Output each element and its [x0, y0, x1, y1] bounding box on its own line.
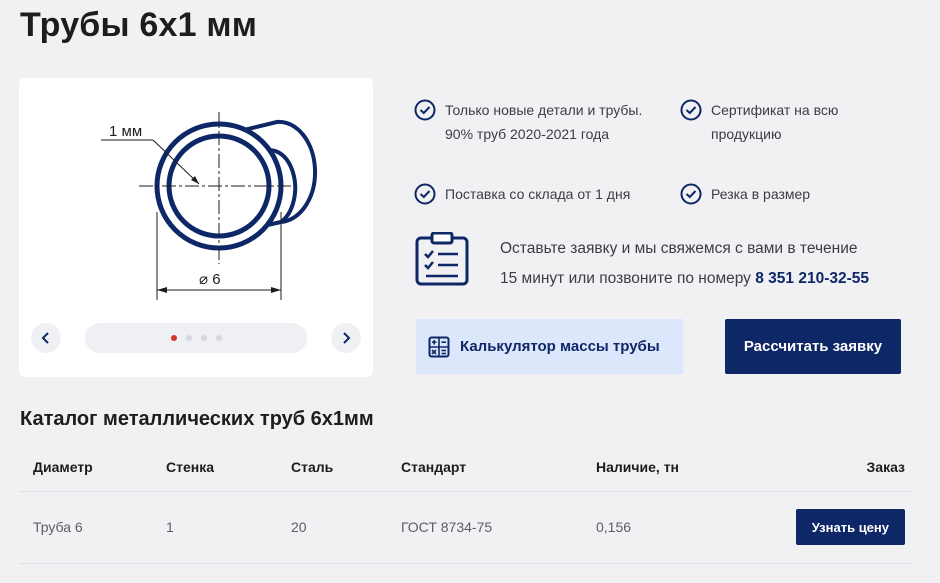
calculator-button-label: Калькулятор массы трубы	[460, 338, 660, 355]
chevron-left-icon	[41, 332, 49, 344]
carousel-dot-2[interactable]	[185, 335, 192, 341]
check-circle-icon	[414, 99, 436, 121]
contact-block: Оставьте заявку и мы свяжемся с вами в т…	[414, 232, 924, 296]
carousel-dot-4[interactable]	[215, 335, 222, 341]
contact-line-1: Оставьте заявку и мы свяжемся с вами в т…	[500, 240, 858, 257]
cell-order: Узнать цену	[762, 491, 913, 564]
pipe-cross-section-drawing: 1 мм ⌀ 6	[101, 112, 318, 300]
column-header-standard: Стандарт	[387, 443, 582, 492]
table-row: Труба 6 1 20 ГОСТ 8734-75 0,156 Узнать ц…	[19, 491, 913, 564]
feature-text: Поставка со склада от 1 дня	[445, 186, 631, 202]
table-header-row: Диаметр Стенка Сталь Стандарт Наличие, т…	[19, 443, 913, 492]
check-circle-icon	[680, 183, 702, 205]
check-circle-icon	[680, 99, 702, 121]
carousel-prev-button[interactable]	[31, 323, 61, 353]
column-header-diameter: Диаметр	[19, 443, 152, 492]
carousel-next-button[interactable]	[331, 323, 361, 353]
product-image-card: 1 мм ⌀ 6	[19, 78, 373, 377]
diameter-label: ⌀ 6	[199, 271, 221, 288]
page-title: Трубы 6х1 мм	[20, 6, 258, 44]
column-header-stock: Наличие, тн	[582, 443, 762, 492]
check-circle-icon	[414, 183, 436, 205]
carousel-dots	[85, 323, 307, 353]
calculator-icon	[428, 336, 450, 357]
feature-text: Резка в размер	[711, 186, 811, 202]
catalog-table: Диаметр Стенка Сталь Стандарт Наличие, т…	[19, 443, 913, 564]
feature-text: Только новые детали и трубы. 90% труб 20…	[445, 102, 643, 142]
feature-certificate: Сертификат на всю продукцию	[680, 98, 880, 146]
cell-standard: ГОСТ 8734-75	[387, 491, 582, 564]
column-header-steel: Сталь	[277, 443, 387, 492]
feature-delivery: Поставка со склада от 1 дня	[414, 182, 674, 206]
calculator-button[interactable]: Калькулятор массы трубы	[416, 319, 683, 374]
cell-diameter: Труба 6	[19, 491, 152, 564]
carousel-dot-1[interactable]	[170, 335, 177, 341]
contact-line-2: 15 минут или позвоните по номеру 8 351 2…	[500, 264, 869, 294]
request-quote-button[interactable]: Рассчитать заявку	[725, 319, 901, 374]
column-header-wall: Стенка	[152, 443, 277, 492]
clipboard-checklist-icon	[415, 232, 469, 286]
feature-new-parts: Только новые детали и трубы. 90% труб 20…	[414, 98, 654, 146]
cell-stock: 0,156	[582, 491, 762, 564]
column-header-order: Заказ	[762, 443, 913, 492]
contact-line-2-text: 15 минут или позвоните по номеру	[500, 270, 756, 287]
wall-thickness-label: 1 мм	[109, 123, 142, 140]
chevron-right-icon	[343, 332, 351, 344]
contact-text: Оставьте заявку и мы свяжемся с вами в т…	[500, 234, 869, 294]
feature-cutting: Резка в размер	[680, 182, 880, 206]
catalog-title: Каталог металлических труб 6х1мм	[20, 408, 374, 430]
cell-steel: 20	[277, 491, 387, 564]
carousel-dot-3[interactable]	[200, 335, 207, 341]
phone-link[interactable]: 8 351 210-32-55	[755, 270, 869, 287]
feature-text: Сертификат на всю продукцию	[711, 102, 839, 142]
get-price-button[interactable]: Узнать цену	[795, 509, 905, 545]
cell-wall: 1	[152, 491, 277, 564]
